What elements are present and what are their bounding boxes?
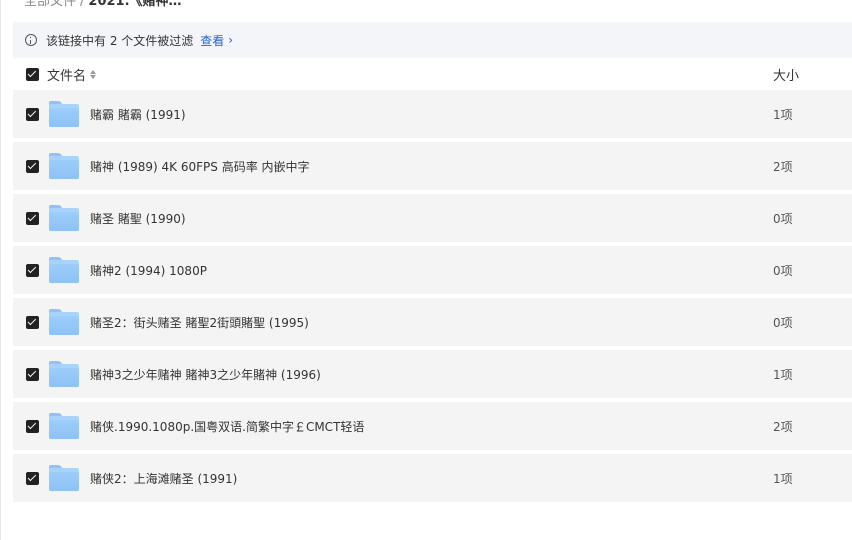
file-row[interactable]: 赌神 (1989) 4K 60FPS 高码率 内嵌中字 2项 bbox=[13, 142, 852, 190]
breadcrumb-current: 2021.《赌神… bbox=[88, 0, 182, 9]
breadcrumb-root[interactable]: 全部文件 bbox=[24, 0, 76, 9]
row-checkbox[interactable] bbox=[26, 211, 39, 225]
file-size: 2项 bbox=[773, 159, 793, 174]
file-size: 1项 bbox=[773, 471, 793, 486]
table-header: 文件名 大小 bbox=[13, 62, 852, 86]
file-row[interactable]: 赌神3之少年赌神 賭神3之少年賭神 (1996) 1项 bbox=[13, 350, 852, 398]
info-icon bbox=[25, 34, 37, 46]
file-list: 赌霸 賭霸 (1991) 1项 赌神 (1989) 4K 60FPS 高码率 内… bbox=[13, 90, 852, 506]
row-checkbox[interactable] bbox=[26, 419, 39, 433]
file-size: 1项 bbox=[773, 367, 793, 382]
file-name[interactable]: 赌圣 賭聖 (1990) bbox=[90, 210, 186, 227]
file-size: 1项 bbox=[773, 107, 793, 122]
column-header-size: 大小 bbox=[773, 68, 800, 84]
file-row[interactable]: 赌神2 (1994) 1080P 0项 bbox=[13, 246, 852, 294]
column-header-name[interactable]: 文件名 bbox=[47, 65, 86, 84]
row-checkbox[interactable] bbox=[26, 107, 39, 121]
breadcrumb-separator: / bbox=[80, 0, 85, 9]
file-row[interactable]: 赌侠.1990.1080p.国粤双语.简繁中字￡CMCT轻语 2项 bbox=[13, 402, 852, 450]
row-checkbox[interactable] bbox=[26, 159, 39, 173]
file-row[interactable]: 赌圣2：街头赌圣 賭聖2街頭賭聖 (1995) 0项 bbox=[13, 298, 852, 346]
folder-icon bbox=[49, 465, 79, 491]
file-name[interactable]: 赌神 (1989) 4K 60FPS 高码率 内嵌中字 bbox=[90, 158, 310, 175]
panel-left-border bbox=[0, 0, 1, 540]
folder-icon bbox=[49, 205, 79, 231]
select-all-checkbox[interactable] bbox=[26, 67, 39, 81]
file-name[interactable]: 赌圣2：街头赌圣 賭聖2街頭賭聖 (1995) bbox=[90, 314, 309, 331]
folder-icon bbox=[49, 101, 79, 127]
folder-icon bbox=[49, 153, 79, 179]
folder-icon bbox=[49, 257, 79, 283]
folder-icon bbox=[49, 361, 79, 387]
file-size: 0项 bbox=[773, 263, 793, 278]
file-row[interactable]: 赌圣 賭聖 (1990) 0项 bbox=[13, 194, 852, 242]
filtered-files-notice: 该链接中有 2 个文件被过滤 查看 › bbox=[13, 22, 852, 58]
file-name[interactable]: 赌神2 (1994) 1080P bbox=[90, 262, 207, 279]
view-filtered-link[interactable]: 查看 bbox=[200, 32, 224, 49]
folder-icon bbox=[49, 309, 79, 335]
file-row[interactable]: 赌侠2：上海滩赌圣 (1991) 1项 bbox=[13, 454, 852, 502]
file-name[interactable]: 赌侠2：上海滩赌圣 (1991) bbox=[90, 470, 237, 487]
notice-text: 该链接中有 2 个文件被过滤 bbox=[46, 33, 194, 48]
file-name[interactable]: 赌侠.1990.1080p.国粤双语.简繁中字￡CMCT轻语 bbox=[90, 418, 364, 435]
file-size: 0项 bbox=[773, 211, 793, 226]
chevron-right-icon[interactable]: › bbox=[228, 33, 233, 47]
file-size: 0项 bbox=[773, 315, 793, 330]
file-row[interactable]: 赌霸 賭霸 (1991) 1项 bbox=[13, 90, 852, 138]
file-size: 2项 bbox=[773, 419, 793, 434]
sort-icon[interactable] bbox=[90, 69, 97, 79]
breadcrumb: 全部文件 /2021.《赌神… bbox=[24, 0, 182, 9]
file-name[interactable]: 赌神3之少年赌神 賭神3之少年賭神 (1996) bbox=[90, 366, 321, 383]
row-checkbox[interactable] bbox=[26, 367, 39, 381]
folder-icon bbox=[49, 413, 79, 439]
row-checkbox[interactable] bbox=[26, 315, 39, 329]
row-checkbox[interactable] bbox=[26, 471, 39, 485]
file-name[interactable]: 赌霸 賭霸 (1991) bbox=[90, 106, 186, 123]
row-checkbox[interactable] bbox=[26, 263, 39, 277]
